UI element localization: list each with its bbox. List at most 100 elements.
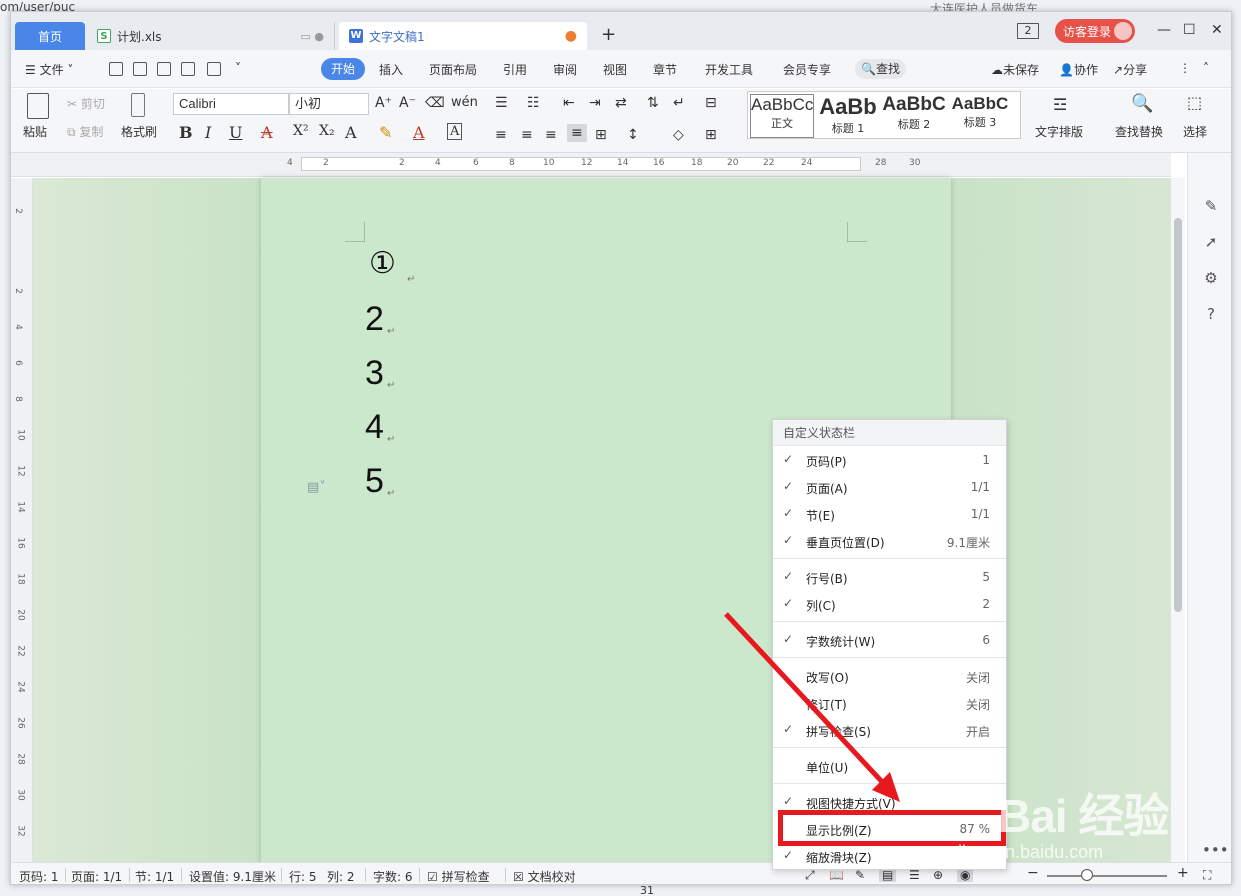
new-tab-button[interactable]: + — [601, 24, 616, 45]
menu-view[interactable]: 视图 — [603, 61, 627, 78]
style-normal[interactable]: AaBbCcI 正文 — [750, 94, 814, 138]
borders-icon[interactable]: ⊞ — [705, 127, 717, 143]
scrollbar-thumb[interactable] — [1174, 218, 1182, 612]
status-section[interactable]: 节: 1/1 — [135, 868, 174, 884]
align-center-icon[interactable]: ≡ — [521, 127, 533, 143]
pin-icon[interactable]: ▭ ● — [301, 30, 325, 43]
collapse-ribbon-icon[interactable]: ˄ — [1203, 61, 1209, 75]
font-color-icon[interactable]: A — [413, 123, 425, 142]
subscript-icon[interactable]: X₂ — [319, 123, 335, 139]
tab-xls-file[interactable]: S 计划.xls ▭ ● — [87, 22, 335, 50]
copy-button[interactable]: ⧉ 复制 — [67, 123, 103, 140]
collaborate-button[interactable]: 👤协作 — [1059, 61, 1098, 78]
align-right-icon[interactable]: ≡ — [545, 127, 557, 143]
window-count-button[interactable]: 2 — [1017, 23, 1039, 39]
fullscreen-icon[interactable]: ⤢ — [805, 868, 815, 883]
strikethrough-icon[interactable]: A — [261, 123, 273, 142]
help-icon[interactable]: ? — [1202, 305, 1220, 323]
zoom-slider-handle[interactable] — [1081, 869, 1093, 881]
search-button[interactable]: 🔍查找 — [855, 59, 906, 79]
doc-line-2[interactable]: 2 — [365, 300, 384, 339]
close-button[interactable]: ✕ — [1211, 22, 1223, 38]
format-painter-icon[interactable] — [131, 93, 145, 117]
menu-chapter[interactable]: 章节 — [653, 61, 677, 78]
status-col[interactable]: 列: 2 — [327, 868, 355, 884]
print-preview-icon[interactable] — [207, 62, 221, 76]
more-options-icon[interactable]: ••• — [1202, 841, 1229, 859]
underline-icon[interactable]: U — [229, 123, 242, 142]
menu-developer[interactable]: 开发工具 — [705, 61, 753, 78]
find-replace-button[interactable]: 查找替换 — [1115, 123, 1163, 140]
paste-icon[interactable] — [27, 93, 49, 119]
style-heading-3[interactable]: AaBbC 标题 3 — [948, 94, 1012, 138]
status-page-number[interactable]: 页码: 1 — [19, 868, 59, 884]
fit-page-icon[interactable]: ⛶ — [1203, 868, 1211, 883]
bold-icon[interactable]: B — [179, 123, 193, 142]
menu-item-section[interactable]: ✓ 节(E) 1/1 — [773, 501, 1006, 528]
status-pages[interactable]: 页面: 1/1 — [71, 868, 122, 884]
cut-button[interactable]: ✂ 剪切 — [67, 95, 105, 112]
status-spell-check[interactable]: ☑ 拼写检查 — [427, 868, 490, 884]
clear-format-icon[interactable]: ⌫ — [425, 95, 445, 111]
new-doc-icon[interactable] — [109, 62, 123, 76]
settings-sliders-icon[interactable]: ⚙ — [1202, 269, 1220, 287]
status-word-count[interactable]: 字数: 6 — [373, 868, 413, 884]
status-position[interactable]: 设置值: 9.1厘米 — [189, 868, 276, 884]
pinyin-icon[interactable]: wén — [451, 95, 478, 110]
font-size-select[interactable]: 小初 — [289, 93, 369, 115]
text-layout-button[interactable]: 文字排版 — [1035, 123, 1083, 140]
menu-item-spell-check[interactable]: ✓ 拼写检查(S) 开启 — [773, 717, 1006, 744]
page-view-icon[interactable]: ▤ — [879, 868, 897, 882]
vertical-ruler[interactable]: 2 2 4 6 8 10 12 14 16 18 20 22 24 26 28 … — [11, 178, 33, 868]
share-button[interactable]: ↗分享 — [1113, 61, 1147, 78]
web-view-icon[interactable]: ⊕ — [933, 868, 943, 882]
write-mode-icon[interactable]: ✎ — [855, 868, 865, 882]
doc-line-1[interactable]: ① — [369, 246, 396, 281]
text-direction-icon[interactable]: ⇄ — [615, 95, 627, 111]
minimize-button[interactable]: — — [1157, 22, 1171, 38]
read-mode-icon[interactable]: 📖 — [829, 868, 844, 882]
text-layout-icon[interactable]: ☲ — [1053, 95, 1067, 114]
unsaved-status[interactable]: ☁未保存 — [991, 61, 1039, 78]
more-icon[interactable]: ⋮ — [1179, 61, 1191, 75]
save-icon[interactable] — [157, 62, 171, 76]
outline-view-icon[interactable]: ☰ — [909, 868, 920, 882]
shading-icon[interactable]: ◇ — [673, 127, 684, 143]
menu-item-pages[interactable]: ✓ 页面(A) 1/1 — [773, 474, 1006, 501]
font-shrink-icon[interactable]: A⁻ — [399, 95, 416, 111]
paste-button[interactable]: 粘贴 — [23, 123, 47, 140]
bullet-list-icon[interactable]: ☰ — [495, 95, 508, 111]
distributed-icon[interactable]: ⊞ — [595, 127, 607, 143]
show-marks-icon[interactable]: ↵ — [673, 95, 685, 111]
status-proofread[interactable]: ☒ 文档校对 — [513, 868, 576, 884]
justify-icon[interactable]: ≡ — [567, 124, 587, 142]
pointer-icon[interactable]: ➚ — [1202, 233, 1220, 251]
numbered-list-icon[interactable]: ☷ — [527, 95, 540, 111]
menu-home[interactable]: 开始 — [321, 58, 365, 80]
edit-pen-icon[interactable]: ✎ — [1202, 197, 1220, 215]
menu-review[interactable]: 审阅 — [553, 61, 577, 78]
tab-doc-file[interactable]: W 文字文稿1 ● — [339, 22, 587, 50]
file-menu[interactable]: ☰ 文件 ˅ — [25, 61, 73, 78]
menu-references[interactable]: 引用 — [503, 61, 527, 78]
find-replace-icon[interactable]: 🔍 — [1131, 93, 1153, 114]
menu-item-word-count[interactable]: ✓ 字数统计(W) 6 — [773, 627, 1006, 654]
style-heading-2[interactable]: AaBbC 标题 2 — [882, 94, 946, 138]
menu-item-column[interactable]: ✓ 列(C) 2 — [773, 591, 1006, 618]
highlight-icon[interactable]: ✎ — [379, 123, 392, 142]
menu-page-layout[interactable]: 页面布局 — [429, 61, 477, 78]
tab-home[interactable]: 首页 — [15, 22, 85, 50]
line-spacing-icon[interactable]: ↕ — [627, 127, 639, 143]
open-folder-icon[interactable] — [133, 62, 147, 76]
menu-member[interactable]: 会员专享 — [783, 61, 831, 78]
font-name-select[interactable]: Calibri — [173, 93, 289, 115]
quick-access-dropdown-icon[interactable]: ˅ — [235, 61, 241, 75]
italic-icon[interactable]: I — [205, 123, 211, 142]
eye-protection-icon[interactable]: ◉ — [957, 868, 974, 882]
doc-line-5[interactable]: 5 — [365, 462, 384, 501]
menu-insert[interactable]: 插入 — [379, 61, 403, 78]
menu-item-page-number[interactable]: ✓ 页码(P) 1 — [773, 447, 1006, 474]
decrease-indent-icon[interactable]: ⇤ — [563, 95, 575, 111]
select-icon[interactable]: ⬚ — [1187, 93, 1202, 112]
sort-icon[interactable]: ⇅ — [647, 95, 659, 111]
